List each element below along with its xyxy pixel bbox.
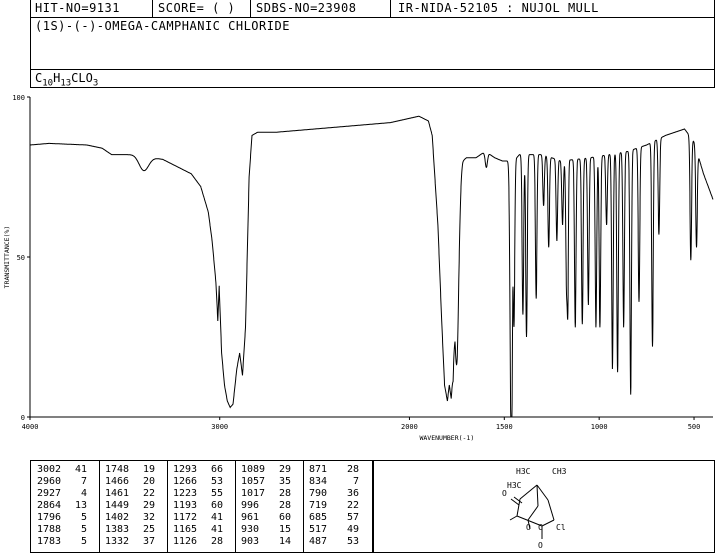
peak-transmittance: 49 bbox=[346, 524, 359, 535]
peak-wavenumber: 1057 bbox=[241, 476, 266, 487]
peak-wavenumber: 1748 bbox=[105, 464, 130, 475]
structure-label: Cl bbox=[556, 523, 566, 532]
peak-transmittance: 35 bbox=[278, 476, 291, 487]
peak-table-divider bbox=[99, 460, 100, 553]
x-tick-label: 3000 bbox=[211, 423, 228, 431]
peak-transmittance: 53 bbox=[210, 476, 223, 487]
peak-wavenumber: 1783 bbox=[37, 536, 62, 547]
peak-transmittance: 5 bbox=[80, 512, 87, 523]
y-tick-label: 50 bbox=[17, 254, 25, 262]
peak-wavenumber: 871 bbox=[309, 464, 328, 475]
peak-transmittance: 7 bbox=[80, 476, 87, 487]
peak-transmittance: 15 bbox=[278, 524, 291, 535]
peak-wavenumber: 2960 bbox=[37, 476, 62, 487]
peak-wavenumber: 996 bbox=[241, 500, 260, 511]
x-tick-label: 1500 bbox=[496, 423, 513, 431]
peak-transmittance: 57 bbox=[346, 512, 359, 523]
peak-wavenumber: 930 bbox=[241, 524, 260, 535]
peak-wavenumber: 1461 bbox=[105, 488, 130, 499]
peak-wavenumber: 961 bbox=[241, 512, 260, 523]
peak-transmittance: 32 bbox=[142, 512, 155, 523]
peak-transmittance: 60 bbox=[210, 500, 223, 511]
peak-wavenumber: 1266 bbox=[173, 476, 198, 487]
peak-wavenumber: 1449 bbox=[105, 500, 130, 511]
peak-wavenumber: 903 bbox=[241, 536, 260, 547]
peak-wavenumber: 1796 bbox=[37, 512, 62, 523]
spectrum-line bbox=[30, 115, 714, 418]
peak-transmittance: 28 bbox=[346, 464, 359, 475]
structure-label: O bbox=[538, 541, 543, 550]
peak-wavenumber: 2864 bbox=[37, 500, 62, 511]
peak-wavenumber: 1089 bbox=[241, 464, 266, 475]
peak-transmittance: 25 bbox=[142, 524, 155, 535]
peak-table-divider bbox=[167, 460, 168, 553]
peak-transmittance: 28 bbox=[278, 488, 291, 499]
peak-transmittance: 4 bbox=[80, 488, 87, 499]
structure-label: C bbox=[538, 523, 543, 532]
structure-label: H3C bbox=[507, 481, 522, 490]
peak-transmittance: 29 bbox=[142, 500, 155, 511]
x-tick-label: 2000 bbox=[401, 423, 418, 431]
peak-transmittance: 41 bbox=[210, 512, 223, 523]
peak-wavenumber: 3002 bbox=[37, 464, 62, 475]
peak-transmittance: 5 bbox=[80, 524, 87, 535]
peak-transmittance: 29 bbox=[278, 464, 291, 475]
peak-wavenumber: 834 bbox=[309, 476, 328, 487]
peak-transmittance: 28 bbox=[210, 536, 223, 547]
peak-wavenumber: 1223 bbox=[173, 488, 198, 499]
peak-wavenumber: 790 bbox=[309, 488, 328, 499]
structure-label: O bbox=[526, 523, 531, 532]
y-tick-label: 100 bbox=[12, 94, 25, 102]
y-axis-label: TRANSMITTANCE(%) bbox=[3, 226, 11, 289]
peak-wavenumber: 1332 bbox=[105, 536, 130, 547]
peak-wavenumber: 1293 bbox=[173, 464, 198, 475]
peak-wavenumber: 1193 bbox=[173, 500, 198, 511]
peak-transmittance: 20 bbox=[142, 476, 155, 487]
peak-wavenumber: 685 bbox=[309, 512, 328, 523]
peak-transmittance: 36 bbox=[346, 488, 359, 499]
peak-transmittance: 22 bbox=[142, 488, 155, 499]
peak-wavenumber: 1788 bbox=[37, 524, 62, 535]
ir-spectrum-chart: 0 50 100 4000 3000 2000 1500 1000 500 WAVENUMBER(… bbox=[3, 94, 714, 442]
peak-wavenumber: 1402 bbox=[105, 512, 130, 523]
peak-transmittance: 60 bbox=[278, 512, 291, 523]
x-tick-label: 1000 bbox=[591, 423, 608, 431]
peak-transmittance: 14 bbox=[278, 536, 291, 547]
structure-label: O bbox=[502, 489, 507, 498]
peak-transmittance: 7 bbox=[352, 476, 359, 487]
peak-transmittance: 53 bbox=[346, 536, 359, 547]
peak-transmittance: 41 bbox=[74, 464, 87, 475]
x-tick-label: 4000 bbox=[22, 423, 39, 431]
peak-wavenumber: 1126 bbox=[173, 536, 198, 547]
peak-transmittance: 5 bbox=[80, 536, 87, 547]
peak-table-divider bbox=[235, 460, 236, 553]
peak-transmittance: 22 bbox=[346, 500, 359, 511]
peak-table-divider bbox=[303, 460, 304, 553]
peak-wavenumber: 1383 bbox=[105, 524, 130, 535]
peak-transmittance: 41 bbox=[210, 524, 223, 535]
peak-wavenumber: 1466 bbox=[105, 476, 130, 487]
peak-transmittance: 55 bbox=[210, 488, 223, 499]
peak-transmittance: 13 bbox=[74, 500, 87, 511]
y-tick-label: 0 bbox=[21, 414, 25, 422]
x-tick-label: 500 bbox=[688, 423, 701, 431]
chemical-structure: H3C CH3 H3C O O C Cl O bbox=[502, 467, 567, 550]
peak-wavenumber: 517 bbox=[309, 524, 328, 535]
peak-wavenumber: 2927 bbox=[37, 488, 62, 499]
x-axis-label: WAVENUMBER(-1) bbox=[419, 434, 474, 442]
peak-transmittance: 37 bbox=[142, 536, 155, 547]
peak-transmittance: 66 bbox=[210, 464, 223, 475]
peak-wavenumber: 487 bbox=[309, 536, 328, 547]
peak-wavenumber: 1017 bbox=[241, 488, 266, 499]
peak-wavenumber: 719 bbox=[309, 500, 328, 511]
peak-transmittance: 28 bbox=[278, 500, 291, 511]
structure-label: H3C bbox=[516, 467, 531, 476]
peak-wavenumber: 1165 bbox=[173, 524, 198, 535]
peak-transmittance: 19 bbox=[142, 464, 155, 475]
structure-label: CH3 bbox=[552, 467, 567, 476]
peak-wavenumber: 1172 bbox=[173, 512, 198, 523]
